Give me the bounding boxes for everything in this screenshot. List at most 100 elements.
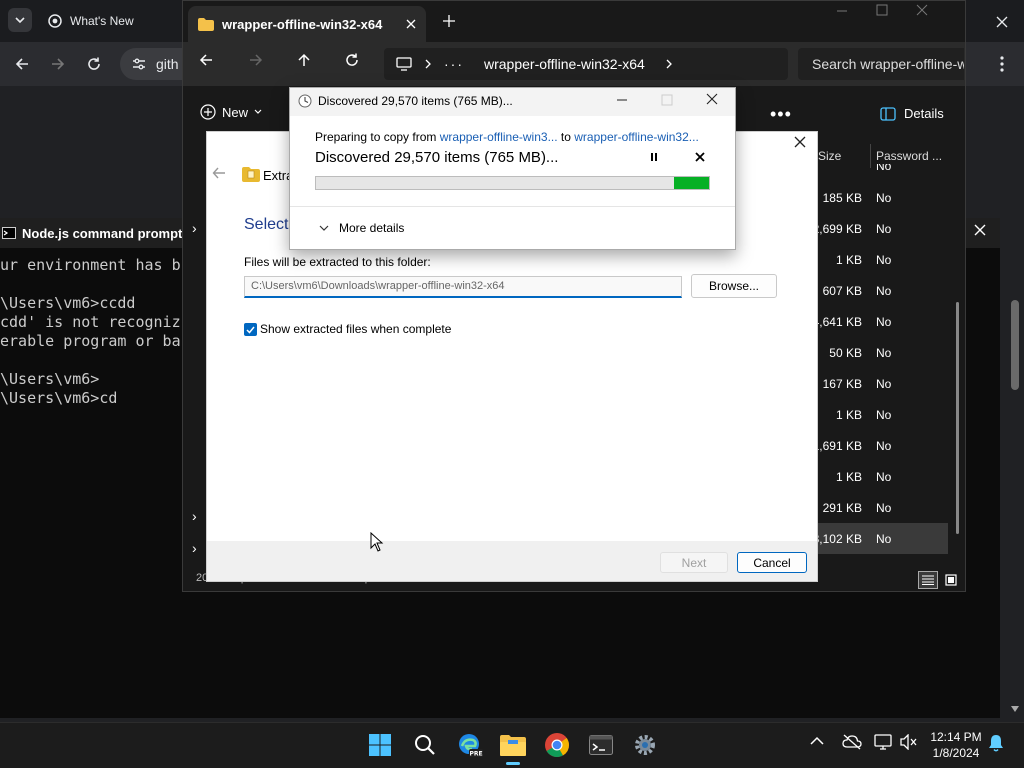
column-header-password[interactable]: Password ... — [876, 149, 942, 163]
table-row[interactable]: 4,641 KB No — [813, 306, 948, 337]
table-row[interactable]: 607 KB No — [818, 275, 948, 306]
breadcrumb-current[interactable]: wrapper-offline-win32-x64 — [484, 56, 645, 72]
row-size: 607 KB — [822, 284, 862, 298]
show-hidden-icons-button[interactable] — [810, 736, 824, 746]
table-row[interactable]: 1 KB No — [818, 244, 948, 275]
close-icon[interactable] — [406, 19, 416, 29]
row-password: No — [876, 284, 892, 298]
taskbar-clock-date[interactable]: 1/8/2024 — [926, 746, 986, 760]
show-files-checkbox-label[interactable]: Show extracted files when complete — [260, 322, 451, 336]
chevron-right-icon[interactable]: › — [192, 220, 197, 236]
maximize-icon[interactable] — [876, 4, 888, 16]
cancel-copy-button[interactable] — [694, 151, 708, 165]
copy-close-button[interactable] — [706, 93, 720, 107]
taskbar-start-button[interactable] — [365, 730, 395, 760]
explorer-view-toggle — [918, 571, 960, 589]
explorer-details-button[interactable]: Details — [880, 106, 944, 121]
chrome-logo-icon — [545, 733, 569, 758]
column-header-size[interactable]: Size — [818, 149, 866, 163]
chrome-forward-button[interactable] — [44, 50, 72, 78]
chrome-logo-icon — [48, 14, 62, 28]
extract-folder-label: Files will be extracted to this folder: — [244, 255, 431, 269]
close-icon[interactable] — [916, 4, 928, 16]
copy-status-heading: Discovered 29,570 items (765 MB)... — [315, 149, 559, 166]
show-files-checkbox[interactable] — [244, 323, 257, 336]
table-row-selected[interactable]: 3,102 KB No — [813, 523, 948, 554]
new-label: New — [222, 104, 249, 120]
taskbar-chrome-button[interactable] — [542, 730, 572, 760]
explorer-scrollbar[interactable] — [956, 302, 959, 534]
explorer-refresh-button[interactable] — [344, 52, 368, 76]
table-row[interactable]: 1 KB No — [818, 399, 948, 430]
minimize-icon[interactable] — [836, 4, 848, 16]
chevron-right-icon[interactable]: › — [192, 540, 197, 556]
checkmark-icon — [246, 326, 255, 334]
gear-icon — [635, 735, 655, 755]
explorer-window-controls — [836, 4, 966, 28]
tray-display-icon[interactable] — [874, 734, 892, 750]
explorer-back-button[interactable] — [198, 52, 222, 76]
chrome-back-button[interactable] — [8, 50, 36, 78]
tray-volume-icon[interactable] — [900, 734, 918, 750]
chrome-menu-button[interactable] — [990, 50, 1014, 78]
row-size: 1 KB — [835, 408, 862, 422]
chrome-reload-button[interactable] — [80, 50, 108, 78]
row-password: No — [876, 470, 892, 484]
wizard-close-button[interactable] — [794, 136, 812, 154]
chrome-close-button[interactable] — [988, 8, 1016, 36]
taskbar-edge-button[interactable]: PRE — [455, 730, 485, 760]
chrome-tab-search-button[interactable] — [8, 8, 32, 32]
chrome-scrollbar[interactable] — [1008, 240, 1022, 720]
table-row[interactable]: 2,699 KB No — [813, 213, 948, 244]
chrome-omnibox[interactable]: gith — [120, 48, 190, 80]
explorer-forward-button[interactable] — [248, 52, 272, 76]
chevron-right-icon[interactable]: › — [192, 508, 197, 524]
table-row[interactable]: 185 KB No — [818, 182, 948, 213]
extract-path-input[interactable]: C:\Users\vm6\Downloads\wrapper-offline-w… — [244, 276, 682, 298]
destination-folder-link[interactable]: wrapper-offline-win32... — [574, 130, 699, 144]
wizard-back-button[interactable] — [212, 166, 228, 182]
close-icon — [996, 16, 1008, 28]
browse-button[interactable]: Browse... — [691, 274, 777, 298]
chevron-down-icon[interactable] — [318, 222, 330, 234]
taskbar-settings-button[interactable] — [630, 730, 660, 760]
explorer-new-button[interactable]: New — [200, 104, 262, 120]
explorer-more-options-button[interactable]: ••• — [770, 104, 792, 125]
pause-button[interactable] — [648, 151, 662, 165]
notification-bell-icon[interactable] — [988, 734, 1004, 752]
taskbar-terminal-button[interactable] — [586, 730, 616, 760]
tiles-view-button[interactable] — [942, 571, 960, 589]
details-view-button[interactable] — [918, 571, 938, 589]
table-row[interactable]: 1,691 KB No — [813, 430, 948, 461]
terminal-close-button[interactable] — [966, 218, 994, 242]
copy-minimize-button[interactable] — [616, 93, 630, 107]
search-icon — [415, 735, 435, 755]
table-row[interactable]: 50 KB No — [818, 337, 948, 368]
table-row[interactable]: 167 KB No — [818, 368, 948, 399]
more-details-button[interactable]: More details — [339, 221, 404, 235]
next-button[interactable]: Next — [660, 552, 728, 573]
close-icon — [974, 224, 986, 236]
file-explorer-icon — [500, 735, 526, 756]
tray-network-icon[interactable] — [842, 734, 862, 750]
chrome-tab[interactable]: What's New — [36, 6, 182, 36]
copy-progress-bar — [315, 176, 710, 190]
taskbar-search-button[interactable] — [410, 730, 440, 760]
source-folder-link[interactable]: wrapper-offline-win3... — [440, 130, 558, 144]
row-size: 1,691 KB — [812, 439, 862, 453]
copy-source-destination: Preparing to copy from wrapper-offline-w… — [315, 130, 699, 144]
table-row[interactable]: 1 KB No — [818, 461, 948, 492]
taskbar-active-indicator — [506, 762, 520, 765]
taskbar-file-explorer-button[interactable] — [498, 730, 528, 760]
reload-icon — [346, 53, 358, 66]
taskbar-clock-time[interactable]: 12:14 PM — [926, 730, 986, 744]
breadcrumb-overflow-icon[interactable]: ··· — [444, 56, 464, 72]
cancel-button[interactable]: Cancel — [737, 552, 807, 573]
explorer-tab[interactable]: wrapper-offline-win32-x64 — [188, 6, 426, 42]
explorer-up-button[interactable] — [296, 52, 320, 76]
explorer-search-input[interactable]: Search wrapper-offline-wi — [798, 48, 964, 80]
chrome-scrollbar-thumb[interactable] — [1011, 300, 1019, 390]
table-row[interactable]: 291 KB No — [818, 492, 948, 523]
explorer-address-bar[interactable]: ··· wrapper-offline-win32-x64 — [384, 48, 788, 80]
explorer-new-tab-button[interactable] — [442, 14, 464, 36]
